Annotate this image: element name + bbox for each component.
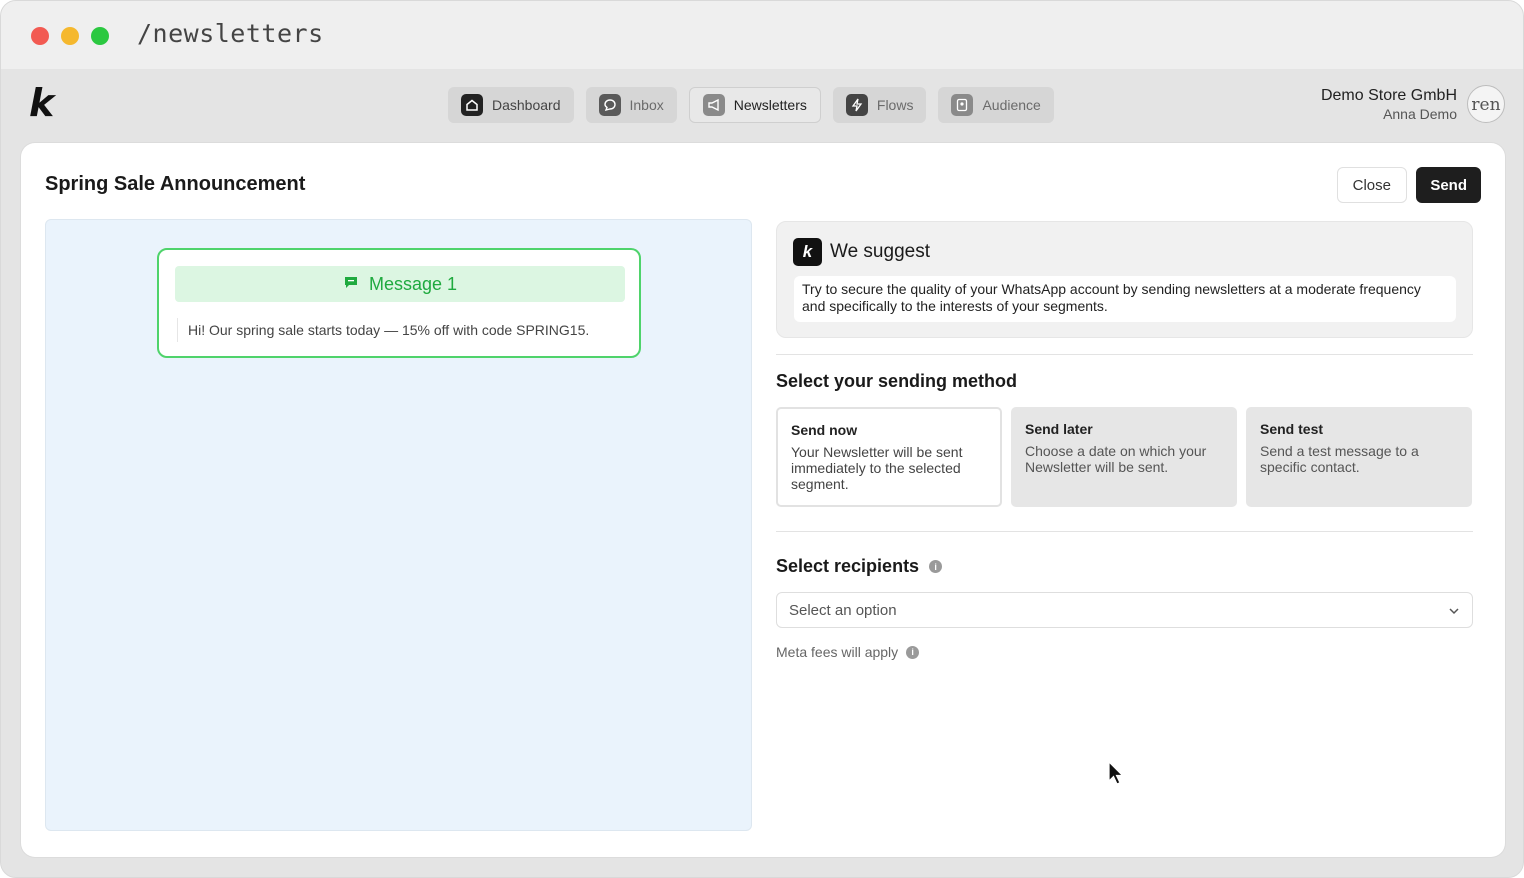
recipients-title-text: Select recipients (776, 556, 920, 576)
brand-logo-icon: k (793, 238, 822, 266)
megaphone-icon (702, 94, 725, 116)
message-preview: Message 1 Hi! Our spring sale starts tod… (45, 219, 752, 831)
chat-icon (598, 94, 621, 116)
newsletter-panel: Spring Sale Announcement Close Send Mess… (21, 143, 1505, 857)
divider (776, 531, 1473, 532)
main-nav: Dashboard Inbox Newsletters Flows Audien… (448, 87, 1054, 123)
nav-inbox[interactable]: Inbox (585, 87, 677, 123)
account-info[interactable]: Demo Store GmbH Anna Demo (1321, 87, 1457, 122)
url-path: /newsletters (137, 19, 324, 48)
lightning-icon (845, 94, 868, 116)
close-window-button[interactable] (31, 27, 49, 45)
suggestion-box: k We suggest Try to secure the quality o… (776, 221, 1473, 338)
info-icon[interactable]: i (906, 645, 920, 659)
send-later-title: Send later (1025, 421, 1093, 437)
nav-dashboard-label: Dashboard (492, 97, 561, 113)
send-settings: k We suggest Try to secure the quality o… (776, 221, 1473, 660)
send-now-desc: Your Newsletter will be sent immediately… (791, 444, 963, 492)
home-icon (461, 94, 483, 116)
send-later-desc: Choose a date on which your Newsletter w… (1025, 443, 1207, 475)
nav-inbox-label: Inbox (629, 97, 664, 113)
divider (776, 354, 1473, 355)
send-test-title: Send test (1260, 421, 1324, 437)
close-button[interactable]: Close (1336, 167, 1407, 203)
avatar[interactable]: ren (1467, 85, 1505, 123)
nav-audience-label: Audience (982, 97, 1041, 113)
user-name: Anna Demo (1383, 106, 1457, 122)
suggestion-text: Try to secure the quality of your WhatsA… (794, 276, 1456, 322)
page-title: Spring Sale Announcement (45, 173, 306, 195)
mouse-cursor-icon (1108, 761, 1124, 785)
sending-method-title-text: Select your sending method (776, 371, 1018, 391)
suggestion-title: We suggest (830, 241, 930, 262)
contacts-icon (951, 94, 974, 116)
nav-flows[interactable]: Flows (832, 87, 927, 123)
sending-method-title: Select your sending method (776, 371, 1473, 392)
send-test-desc: Send a test message to a specific contac… (1260, 443, 1419, 475)
nav-newsletters[interactable]: Newsletters (688, 87, 821, 123)
nav-audience[interactable]: Audience (938, 87, 1054, 123)
fees-note-text: Meta fees will apply (776, 644, 899, 660)
message-header: Message 1 (175, 266, 625, 302)
recipients-placeholder: Select an option (789, 601, 897, 619)
minimize-window-button[interactable] (61, 27, 79, 45)
info-icon[interactable]: i (929, 560, 943, 573)
message-card[interactable]: Message 1 Hi! Our spring sale starts tod… (157, 248, 641, 358)
message-bubble-icon (343, 274, 359, 295)
sending-method-options: Send now Your Newsletter will be sent im… (776, 407, 1473, 507)
nav-flows-label: Flows (876, 97, 914, 113)
browser-window: /newsletters k Dashboard Inbox Newslette… (0, 0, 1524, 878)
nav-dashboard[interactable]: Dashboard (448, 87, 574, 123)
message-text: Hi! Our spring sale starts today — 15% o… (177, 318, 589, 342)
store-name: Demo Store GmbH (1320, 87, 1457, 104)
maximize-window-button[interactable] (91, 27, 109, 45)
send-now-option[interactable]: Send now Your Newsletter will be sent im… (776, 407, 1002, 507)
send-now-title: Send now (791, 422, 858, 438)
nav-newsletters-label: Newsletters (733, 97, 807, 113)
send-button[interactable]: Send (1416, 167, 1481, 203)
fees-note: Meta fees will apply i (776, 644, 1473, 660)
app-logo[interactable]: k (29, 83, 65, 123)
app-header: k Dashboard Inbox Newsletters Flows Audi… (1, 69, 1523, 143)
recipients-title: Select recipients i (776, 556, 1473, 577)
send-test-option[interactable]: Send test Send a test message to a speci… (1246, 407, 1472, 507)
send-later-option[interactable]: Send later Choose a date on which your N… (1011, 407, 1237, 507)
message-title: Message 1 (368, 273, 458, 294)
chevron-down-icon (1448, 602, 1460, 619)
title-bar: /newsletters (1, 1, 1523, 69)
recipients-select[interactable]: Select an option (776, 592, 1473, 628)
